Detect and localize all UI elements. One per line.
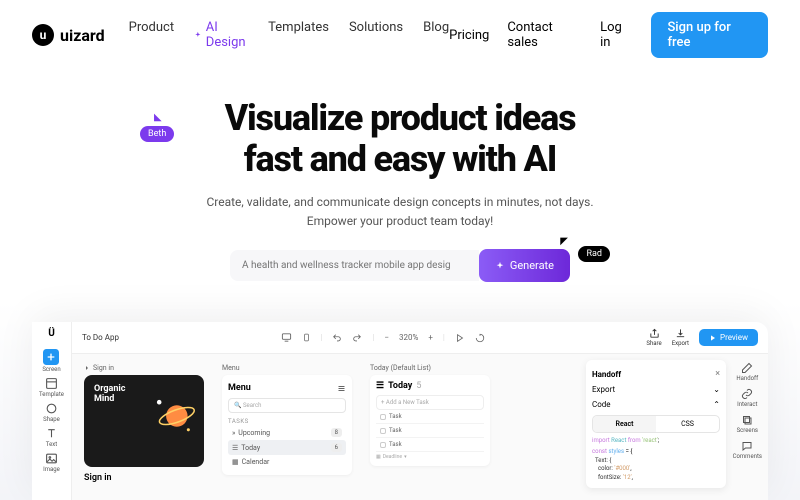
menu-icon[interactable] (337, 384, 346, 393)
play-icon[interactable] (455, 333, 465, 343)
nav-contact[interactable]: Contact sales (507, 20, 582, 50)
tool-interact[interactable]: Interact (733, 388, 762, 408)
editor-canvas[interactable]: Sign in OrganicMind Sign in Menu Menu (72, 354, 768, 500)
zoom-in[interactable]: + (428, 333, 433, 342)
handoff-export[interactable]: Export⌄ (592, 382, 720, 397)
signup-button[interactable]: Sign up for free (651, 12, 768, 58)
play-icon (709, 334, 717, 342)
editor-main: To Do App | | − 320% + | Share (72, 322, 768, 500)
tool-comments[interactable]: Comments (733, 440, 762, 460)
signin-title: Sign in (84, 473, 204, 483)
menu-calendar[interactable]: ▦ Calendar (228, 455, 346, 469)
logo-text: uizard (60, 26, 105, 45)
nav-blog[interactable]: Blog (423, 20, 449, 50)
logo[interactable]: u uizard (32, 24, 105, 46)
hero-subtext: Create, validate, and communicate design… (60, 193, 740, 231)
project-name[interactable]: To Do App (82, 333, 119, 342)
hero: ◣ Beth Visualize product ideas fast and … (0, 70, 800, 300)
tool-screens[interactable]: Screens (733, 414, 762, 434)
share-icon (649, 328, 660, 339)
share-button[interactable]: Share (646, 328, 661, 347)
prompt-bar: Generate (230, 249, 570, 282)
tool-screen[interactable]: Screen (42, 349, 60, 373)
screen-today[interactable]: Today (Default List) ☰ Today 5 + Add a N… (370, 364, 490, 490)
nav-product[interactable]: Product (129, 20, 174, 50)
template-icon (45, 377, 58, 390)
chevron-down-icon: ⌄ (713, 385, 720, 394)
redo-icon[interactable] (352, 333, 362, 343)
reset-icon[interactable] (475, 333, 485, 343)
zoom-level[interactable]: 320% (399, 333, 418, 342)
menu-search[interactable]: 🔍 Search (228, 398, 346, 413)
generate-button[interactable]: Generate (479, 249, 570, 282)
tool-text[interactable]: Text (45, 427, 58, 448)
add-task[interactable]: + Add a New Task (376, 395, 484, 410)
menu-upcoming[interactable]: » Upcoming8 (228, 425, 346, 440)
nav-links: Product AI Design Templates Solutions Bl… (129, 20, 450, 50)
layers-icon (741, 414, 753, 426)
right-toolbar: Handoff Interact Screens Comments (733, 362, 762, 460)
logo-mini-icon[interactable]: Ü (48, 328, 55, 339)
screen-signin[interactable]: Sign in OrganicMind Sign in (84, 364, 204, 490)
nav-ai-design[interactable]: AI Design (194, 20, 248, 50)
image-icon (45, 452, 58, 465)
menu-today[interactable]: ☰ Today6 (228, 440, 346, 455)
nav-right: Pricing Contact sales Log in Sign up for… (449, 12, 768, 58)
sparkle-icon (495, 261, 505, 271)
preview-button[interactable]: Preview (699, 329, 758, 346)
nav-pricing[interactable]: Pricing (449, 28, 489, 43)
tab-css[interactable]: CSS (656, 416, 719, 432)
logo-icon: u (32, 24, 54, 46)
top-nav: u uizard Product AI Design Templates Sol… (0, 0, 800, 70)
collaborator-tag-rad: Rad (578, 246, 610, 262)
nav-templates[interactable]: Templates (268, 20, 329, 50)
left-toolbar: Ü Screen Template Shape Text Image (32, 322, 72, 500)
code-preview: import React from 'react'; const styles … (592, 437, 720, 482)
link-icon (741, 388, 753, 400)
handoff-code[interactable]: Code⌃ (592, 397, 720, 412)
pencil-icon (741, 362, 753, 374)
export-button[interactable]: Export (672, 328, 689, 347)
shape-icon (45, 402, 58, 415)
nav-left: u uizard Product AI Design Templates Sol… (32, 20, 449, 50)
tool-shape[interactable]: Shape (43, 402, 60, 423)
handoff-panel: Handoff× Export⌄ Code⌃ React CSS import … (586, 360, 726, 488)
editor-topbar: To Do App | | − 320% + | Share (72, 322, 768, 354)
prompt-input[interactable] (230, 250, 479, 281)
tool-template[interactable]: Template (39, 377, 64, 398)
task-row[interactable]: Task (376, 438, 484, 452)
tool-handoff[interactable]: Handoff (733, 362, 762, 382)
sparkle-icon (194, 30, 202, 40)
text-icon (45, 427, 58, 440)
download-icon (675, 328, 686, 339)
cursor-icon: ◣ (154, 112, 162, 123)
editor-preview: Ü Screen Template Shape Text Image To Do… (32, 322, 768, 500)
undo-icon[interactable] (332, 333, 342, 343)
zoom-out[interactable]: − (384, 333, 389, 342)
screen-menu[interactable]: Menu Menu 🔍 Search TASKS » Upcoming8 ☰ T… (222, 364, 352, 490)
task-row[interactable]: Task (376, 410, 484, 424)
nav-solutions[interactable]: Solutions (349, 20, 403, 50)
nav-login[interactable]: Log in (600, 20, 633, 50)
plus-icon (43, 349, 59, 365)
close-icon[interactable]: × (715, 369, 720, 379)
planet-illustration-icon (150, 393, 196, 439)
desktop-icon[interactable] (281, 332, 292, 343)
tab-react[interactable]: React (593, 416, 656, 432)
arrow-icon (84, 365, 90, 371)
chevron-up-icon: ⌃ (713, 400, 720, 409)
collaborator-tag-beth: Beth (140, 126, 174, 142)
comment-icon (741, 440, 753, 452)
tool-image[interactable]: Image (43, 452, 60, 473)
task-row[interactable]: Task (376, 424, 484, 438)
cursor-icon: ◤ (560, 236, 568, 247)
mobile-icon[interactable] (302, 332, 311, 343)
